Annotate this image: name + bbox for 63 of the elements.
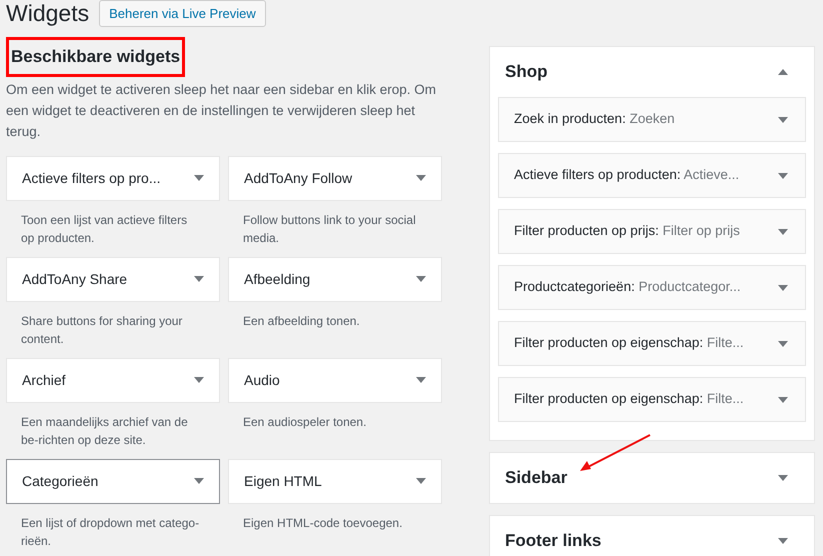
expand-arrow-icon[interactable] (416, 377, 426, 383)
sidebar-header[interactable]: Shop (490, 47, 814, 97)
sidebar-widget-label: Actieve filters op producten: Actieve... (514, 166, 740, 184)
widget-name: AddToAny Follow (244, 168, 352, 188)
widget-description: Een maandelijks archief van de be-richten op deze site. (20, 414, 189, 448)
sidebar-widget[interactable]: Filter producten op eigenschap: Filte... (498, 321, 806, 366)
widget-description: Een lijst of dropdown met catego-rieën. (20, 514, 200, 550)
widget-name: Archief (22, 370, 66, 390)
expand-arrow-icon[interactable] (194, 276, 204, 282)
sidebar-widget[interactable]: Filter producten op eigenschap: Filte... (498, 377, 806, 422)
section-heading: Beschikbare widgets (6, 37, 186, 76)
widget-card[interactable]: Archief (6, 358, 220, 402)
sidebar-widget-label: Filter producten op eigenschap: Filte... (514, 390, 744, 408)
sidebar-widget[interactable]: Filter producten op prijs: Filter op prijs (498, 209, 806, 254)
sidebar-widget-label: Filter producten op eigenschap: Filte... (514, 334, 744, 352)
sidebar-widget[interactable]: Productcategorieën: Productcategor... (498, 265, 806, 310)
widget-description: Follow buttons link to your social media. (242, 212, 417, 246)
widget-card[interactable]: Afbeelding (228, 256, 442, 302)
expand-arrow-icon[interactable] (416, 478, 426, 484)
expand-arrow-icon[interactable] (194, 175, 204, 181)
widget-description: Een afbeelding tonen. (242, 312, 361, 330)
widget-card[interactable]: Eigen HTML (228, 458, 442, 504)
sidebar-widget[interactable]: Actieve filters op producten: Actieve... (498, 153, 806, 198)
widget-name: Categorieën (22, 472, 98, 491)
sidebar-header[interactable]: Footer links (490, 516, 814, 556)
widget-description: Toon een lijst van actieve filters op producten. (20, 212, 188, 246)
instructions-text: Om een widget te activeren sleep het naar een sidebar en klik erop. Om een widget te deactiveren en de instellingen te verwijderen sleep het terug. (6, 80, 437, 141)
collapse-arrow-icon[interactable] (778, 69, 788, 75)
widget-name: Audio (244, 370, 280, 390)
sidebar-title: Footer links (505, 530, 602, 552)
widget-name: AddToAny Share (22, 270, 128, 289)
widget-description: Share buttons for sharing your content. (20, 312, 184, 348)
widget-name: Afbeelding (244, 270, 310, 289)
sidebar-widget-label: Filter producten op prijs: Filter op prijs (514, 222, 740, 240)
widget-card[interactable]: Actieve filters op pro... (6, 156, 220, 200)
expand-arrow-icon[interactable] (778, 396, 788, 402)
expand-arrow-icon[interactable] (416, 276, 426, 282)
expand-arrow-icon[interactable] (778, 284, 788, 290)
expand-arrow-icon[interactable] (194, 377, 204, 383)
widget-description: Eigen HTML-code toevoegen. (242, 514, 404, 532)
expand-arrow-icon[interactable] (778, 475, 788, 481)
widget-card[interactable]: AddToAny Follow (228, 156, 442, 200)
live-preview-button[interactable]: Beheren via Live Preview (99, 0, 266, 27)
expand-arrow-icon[interactable] (778, 172, 788, 178)
widget-name: Actieve filters op pro... (22, 168, 161, 188)
sidebar-header[interactable]: Sidebar (490, 453, 814, 503)
expand-arrow-icon[interactable] (416, 175, 426, 181)
page-title: Widgets (6, 2, 90, 25)
expand-arrow-icon[interactable] (778, 228, 788, 234)
expand-arrow-icon[interactable] (194, 478, 204, 484)
expand-arrow-icon[interactable] (778, 116, 788, 122)
widget-card[interactable]: AddToAny Share (6, 256, 220, 302)
widget-description: Een audiospeler tonen. (242, 414, 368, 430)
widget-card[interactable]: Audio (228, 358, 442, 402)
sidebar-title: Shop (505, 61, 548, 84)
widget-card[interactable]: Categorieën (6, 458, 220, 504)
sidebar-widget[interactable]: Zoek in producten: Zoeken (498, 97, 806, 142)
sidebar-title: Sidebar (505, 467, 568, 490)
sidebar-widget-label: Zoek in producten: Zoeken (514, 110, 675, 128)
expand-arrow-icon[interactable] (778, 340, 788, 346)
widget-name: Eigen HTML (244, 472, 322, 491)
sidebar-widget-label: Productcategorieën: Productcategor... (514, 278, 741, 296)
expand-arrow-icon[interactable] (778, 538, 788, 544)
